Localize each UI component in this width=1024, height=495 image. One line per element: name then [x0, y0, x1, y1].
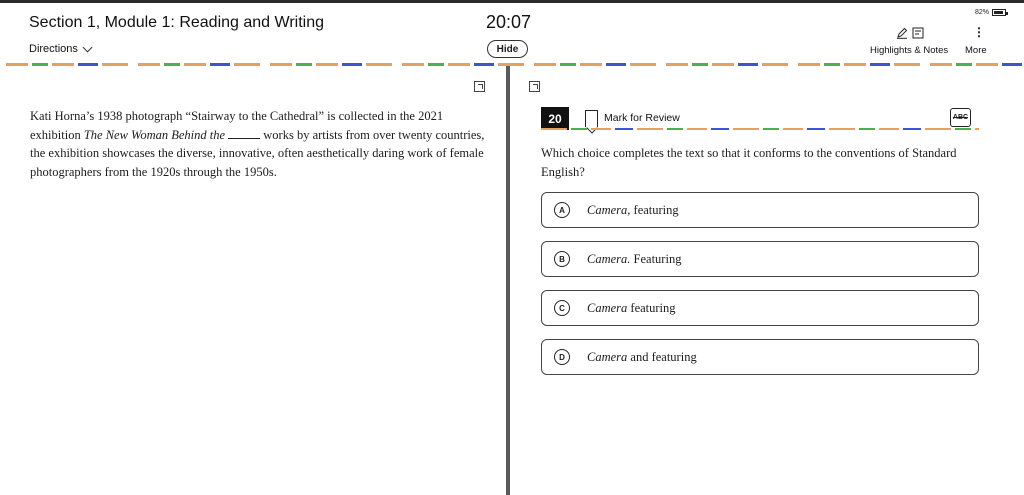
- exam-header: Section 1, Module 1: Reading and Writing…: [0, 3, 1024, 63]
- answer-option-c[interactable]: C Camera featuring: [541, 290, 979, 326]
- more-icon[interactable]: ⋮: [973, 26, 985, 38]
- highlights-notes-label[interactable]: Highlights & Notes: [870, 45, 948, 56]
- option-letter: C: [554, 300, 570, 316]
- directions-toggle[interactable]: Directions: [29, 42, 93, 55]
- directions-label: Directions: [29, 43, 78, 55]
- passage-blank: [228, 129, 261, 139]
- pane-divider[interactable]: [506, 66, 510, 495]
- option-letter: D: [554, 349, 570, 365]
- battery-icon: [992, 9, 1009, 16]
- question-number: 20: [541, 107, 569, 130]
- option-letter: A: [554, 202, 570, 218]
- answer-option-a[interactable]: A Camera, featuring: [541, 192, 979, 228]
- bookmark-icon[interactable]: [585, 110, 598, 127]
- pen-icon: [897, 27, 908, 39]
- passage-title: The New Woman Behind the: [83, 127, 226, 142]
- battery-status: 82%: [975, 9, 1009, 16]
- abc-eliminator-icon[interactable]: ABC: [950, 108, 971, 127]
- question-divider: [541, 128, 979, 130]
- option-text: Camera featuring: [587, 300, 676, 315]
- hide-timer-button[interactable]: Hide: [487, 40, 528, 58]
- reading-passage: Kati Horna’s 1938 photograph “Stairway t…: [30, 107, 490, 181]
- mark-for-review-label[interactable]: Mark for Review: [604, 112, 680, 124]
- header-divider: [0, 63, 1024, 66]
- option-text: Camera and featuring: [587, 349, 697, 364]
- expand-icon[interactable]: [474, 81, 485, 92]
- answer-option-b[interactable]: B Camera. Featuring: [541, 241, 979, 277]
- collapse-icon[interactable]: [529, 81, 540, 92]
- answer-option-d[interactable]: D Camera and featuring: [541, 339, 979, 375]
- more-label[interactable]: More: [965, 45, 987, 56]
- option-text: Camera. Featuring: [587, 251, 682, 266]
- highlights-notes-button[interactable]: [896, 27, 924, 39]
- option-letter: B: [554, 251, 570, 267]
- chevron-down-icon: [82, 42, 93, 52]
- note-icon: [912, 27, 924, 39]
- option-text: Camera, featuring: [587, 202, 679, 217]
- section-title: Section 1, Module 1: Reading and Writing: [29, 14, 324, 31]
- timer: 20:07: [486, 12, 532, 32]
- question-prompt: Which choice completes the text so that …: [541, 146, 957, 179]
- battery-percent: 82%: [975, 9, 990, 16]
